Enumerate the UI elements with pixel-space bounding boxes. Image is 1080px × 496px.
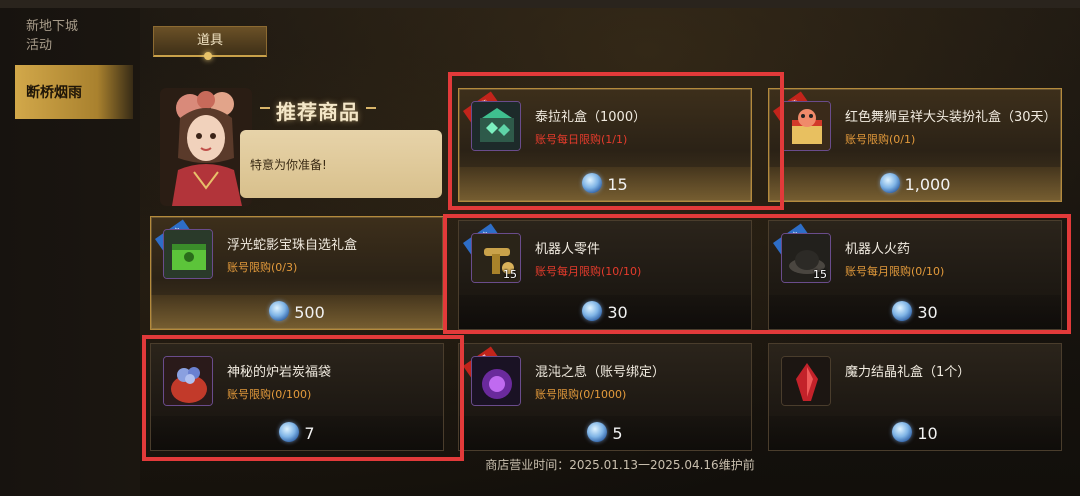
blue-gem-coin-icon: [587, 422, 608, 442]
sidebar-item-new-dungeon[interactable]: 新地下城: [26, 18, 78, 36]
price-value: 10: [917, 423, 938, 443]
price-value: 15: [607, 174, 628, 194]
shop-hours-text: 商店营业时间：2025.01.13一2025.04.16维护前: [485, 458, 755, 472]
price: 500: [151, 301, 443, 324]
product-card-magic-crystal[interactable]: 魔力结晶礼盒（1个） 10: [768, 343, 1062, 451]
item-quantity: 15: [813, 268, 827, 281]
blue-gem-coin-icon: [269, 301, 290, 321]
tab-indicator-icon: [204, 52, 212, 60]
price-value: 30: [607, 302, 628, 322]
purchase-limit: 账号限购(0/3): [227, 261, 298, 274]
price-value: 5: [612, 423, 623, 443]
item-quantity: 15: [503, 268, 517, 281]
red-crystal-icon: [781, 356, 831, 406]
product-card-lucky-bag[interactable]: 神秘的炉岩炭福袋 账号限购(0/100) 7: [150, 343, 444, 451]
teal-chest-icon: [471, 101, 521, 151]
sidebar-item-events[interactable]: 活动: [26, 37, 52, 55]
blue-gem-coin-icon: [582, 301, 603, 321]
product-card-robot-gunpowder[interactable]: 活动 15 机器人火药 账号每月限购(0/10) 30: [768, 220, 1062, 330]
product-card-snake-orb-box[interactable]: 活动 浮光蛇影宝珠自选礼盒 账号限购(0/3) 500: [150, 216, 444, 330]
purchase-limit: 账号每月限购(0/10): [845, 265, 945, 278]
blue-gem-coin-icon: [582, 173, 603, 193]
blue-gem-coin-icon: [892, 301, 913, 321]
npc-portrait: [160, 88, 252, 206]
product-name: 魔力结晶礼盒（1个）: [845, 365, 971, 380]
price-value: 1,000: [904, 174, 951, 194]
price: 1,000: [769, 173, 1061, 196]
price: 5: [459, 422, 751, 445]
product-name: 神秘的炉岩炭福袋: [227, 365, 332, 380]
price-value: 7: [304, 423, 315, 443]
price: 10: [769, 422, 1061, 445]
price: 30: [769, 301, 1061, 324]
product-name: 浮光蛇影宝珠自选礼盒: [227, 238, 358, 253]
product-card-lion-costume[interactable]: 热卖 红色舞狮呈祥大头装扮礼盒（30天） 账号限购(0/1) 1,000: [768, 88, 1062, 202]
sidebar-item-label: 断桥烟雨: [26, 85, 82, 101]
purchase-limit: 账号限购(0/1000): [535, 388, 627, 401]
price-value: 30: [917, 302, 938, 322]
product-card-tera-box[interactable]: 热卖 泰拉礼盒（1000） 账号每日限购(1/1) 15: [458, 88, 752, 202]
purchase-limit: 账号限购(0/100): [227, 388, 312, 401]
purchase-limit: 账号每月限购(10/10): [535, 265, 642, 278]
gunpowder-icon: 15: [781, 233, 831, 283]
product-name: 机器人零件: [535, 242, 601, 257]
product-name: 混沌之息（账号绑定）: [535, 365, 666, 380]
purchase-limit: 账号限购(0/1): [845, 133, 916, 146]
bubble-text: 特意为你准备!: [250, 158, 327, 172]
product-name: 泰拉礼盒（1000）: [535, 110, 647, 125]
product-card-robot-parts[interactable]: 活动 15 机器人零件 账号每月限购(10/10) 30: [458, 220, 752, 330]
blue-gem-coin-icon: [892, 422, 913, 442]
price: 7: [151, 422, 443, 445]
product-name: 机器人火药: [845, 242, 911, 257]
lion-gift-box-icon: [781, 101, 831, 151]
green-box-icon: [163, 229, 213, 279]
price: 15: [459, 173, 751, 196]
purchase-limit: 账号每日限购(1/1): [535, 133, 628, 146]
blue-gem-coin-icon: [279, 422, 300, 442]
price-value: 500: [294, 302, 325, 322]
lucky-bag-icon: [163, 356, 213, 406]
top-bar: [0, 0, 1080, 8]
blue-gem-coin-icon: [879, 173, 900, 193]
purple-flame-icon: [471, 356, 521, 406]
robot-part-icon: 15: [471, 233, 521, 283]
price: 30: [459, 301, 751, 324]
promo-title: 推荐商品: [260, 96, 376, 125]
product-name: 红色舞狮呈祥大头装扮礼盒（30天）: [845, 110, 1057, 125]
speech-bubble: 特意为你准备!: [240, 130, 442, 198]
sidebar-item-broken-bridge[interactable]: 断桥烟雨: [15, 65, 133, 119]
product-card-chaos-breath[interactable]: 账号 混沌之息（账号绑定） 账号限购(0/1000) 5: [458, 343, 752, 451]
